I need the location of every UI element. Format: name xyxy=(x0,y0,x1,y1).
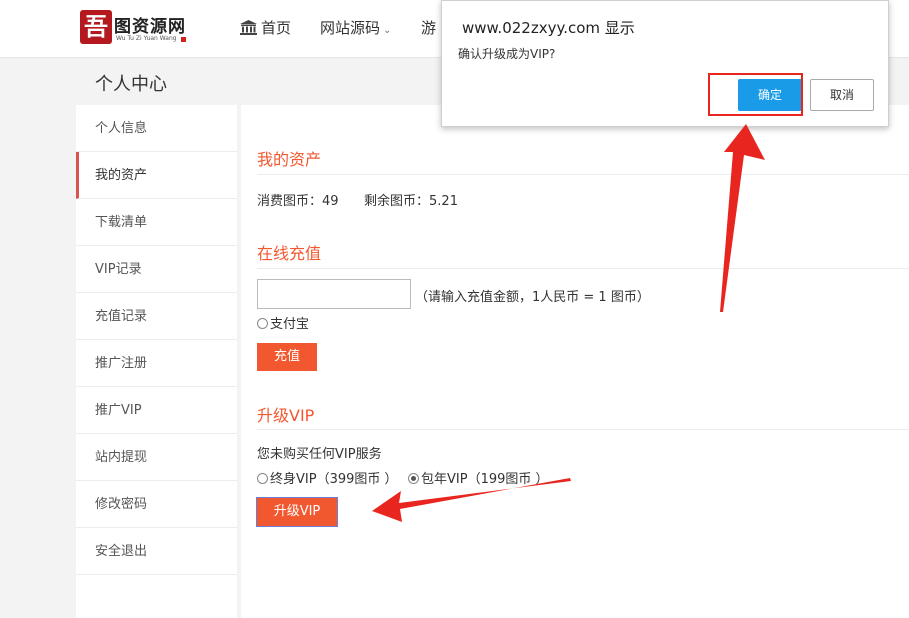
nav-game[interactable]: 游 xyxy=(421,17,436,38)
sidebar: 个人信息 我的资产 下载清单 VIP记录 充值记录 推广注册 推广VIP 站内提… xyxy=(76,105,237,618)
nav-home[interactable]: 首页 xyxy=(240,17,291,38)
vip-option-yearly-label: 包年VIP（199图币 ） xyxy=(421,472,549,487)
sidebar-item-logout[interactable]: 安全退出 xyxy=(76,528,237,575)
nav-source-label: 网站源码 xyxy=(320,19,381,37)
radio-icon[interactable] xyxy=(257,473,268,484)
vip-option-yearly[interactable]: 包年VIP（199图币 ） xyxy=(408,468,549,487)
bank-icon xyxy=(240,20,257,35)
vip-status: 您未购买任何VIP服务 xyxy=(257,447,382,462)
dialog-cancel-button[interactable]: 取消 xyxy=(810,79,874,111)
sidebar-item-referral-register[interactable]: 推广注册 xyxy=(76,340,237,387)
recharge-button[interactable]: 充值 xyxy=(257,343,317,371)
payment-option-label: 支付宝 xyxy=(270,317,310,332)
sidebar-item-label: 下载清单 xyxy=(95,215,148,230)
vip-title: 升级VIP xyxy=(257,406,315,425)
sidebar-item-vip-records[interactable]: VIP记录 xyxy=(76,246,237,293)
divider xyxy=(257,268,909,269)
upgrade-vip-button[interactable]: 升级VIP xyxy=(256,497,338,527)
site-logo[interactable]: 吾 图资源网 Wu Tu Zi Yuan Wang xyxy=(80,10,188,46)
radio-checked-icon[interactable] xyxy=(408,473,419,484)
sidebar-item-label: 个人信息 xyxy=(95,121,148,136)
divider xyxy=(257,429,909,430)
nav-game-label: 游 xyxy=(421,19,437,37)
sidebar-item-label: VIP记录 xyxy=(95,262,142,277)
sidebar-item-assets[interactable]: 我的资产 xyxy=(76,152,237,199)
vip-option-lifetime-label: 终身VIP（399图币 ） xyxy=(270,472,398,487)
dialog-title: www.022zxyy.com 显示 xyxy=(462,19,635,37)
remaining-value: 5.21 xyxy=(429,194,458,209)
payment-option-alipay[interactable]: 支付宝 xyxy=(257,313,309,332)
consumed-value: 49 xyxy=(322,194,339,209)
sidebar-item-recharge-records[interactable]: 充值记录 xyxy=(76,293,237,340)
sidebar-item-label: 安全退出 xyxy=(95,544,148,559)
sidebar-item-withdraw[interactable]: 站内提现 xyxy=(76,434,237,481)
sidebar-item-label: 站内提现 xyxy=(95,450,148,465)
confirm-dialog: www.022zxyy.com 显示 确认升级成为VIP? 确定 取消 xyxy=(441,0,889,127)
nav-source[interactable]: 网站源码 ⌄ xyxy=(320,17,391,38)
dialog-message: 确认升级成为VIP? xyxy=(458,47,556,61)
sidebar-item-profile[interactable]: 个人信息 xyxy=(76,105,237,152)
remaining-label: 剩余图币： xyxy=(364,194,430,209)
consumed-label: 消费图币： xyxy=(257,194,323,209)
logo-dot xyxy=(181,37,186,42)
remaining-coins: 剩余图币：5.21 xyxy=(364,190,458,209)
divider xyxy=(257,174,909,175)
sidebar-item-label: 我的资产 xyxy=(95,168,148,183)
vip-option-lifetime[interactable]: 终身VIP（399图币 ） xyxy=(257,468,398,487)
sidebar-item-change-password[interactable]: 修改密码 xyxy=(76,481,237,528)
annotation-highlight-box xyxy=(708,73,803,116)
sidebar-item-label: 修改密码 xyxy=(95,497,148,512)
main-content: 我的资产 消费图币：49 剩余图币：5.21 在线充值 （请输入充值金额，1人民… xyxy=(241,105,909,618)
nav-home-label: 首页 xyxy=(261,19,292,37)
consumed-coins: 消费图币：49 xyxy=(257,190,339,209)
recharge-hint: （请输入充值金额，1人民币 = 1 图币） xyxy=(415,290,650,305)
chevron-down-icon: ⌄ xyxy=(383,25,392,36)
radio-icon[interactable] xyxy=(257,318,268,329)
sidebar-item-downloads[interactable]: 下载清单 xyxy=(76,199,237,246)
sidebar-item-referral-vip[interactable]: 推广VIP xyxy=(76,387,237,434)
logo-mark: 吾 xyxy=(80,10,112,44)
recharge-amount-input[interactable] xyxy=(257,279,411,309)
logo-text: 图资源网 xyxy=(114,17,186,37)
recharge-title: 在线充值 xyxy=(257,244,322,263)
assets-title: 我的资产 xyxy=(257,150,322,169)
page-title: 个人中心 xyxy=(95,74,167,95)
logo-subtitle: Wu Tu Zi Yuan Wang xyxy=(116,35,177,42)
sidebar-item-label: 推广VIP xyxy=(95,403,142,418)
sidebar-item-label: 推广注册 xyxy=(95,356,148,371)
sidebar-item-label: 充值记录 xyxy=(95,309,148,324)
